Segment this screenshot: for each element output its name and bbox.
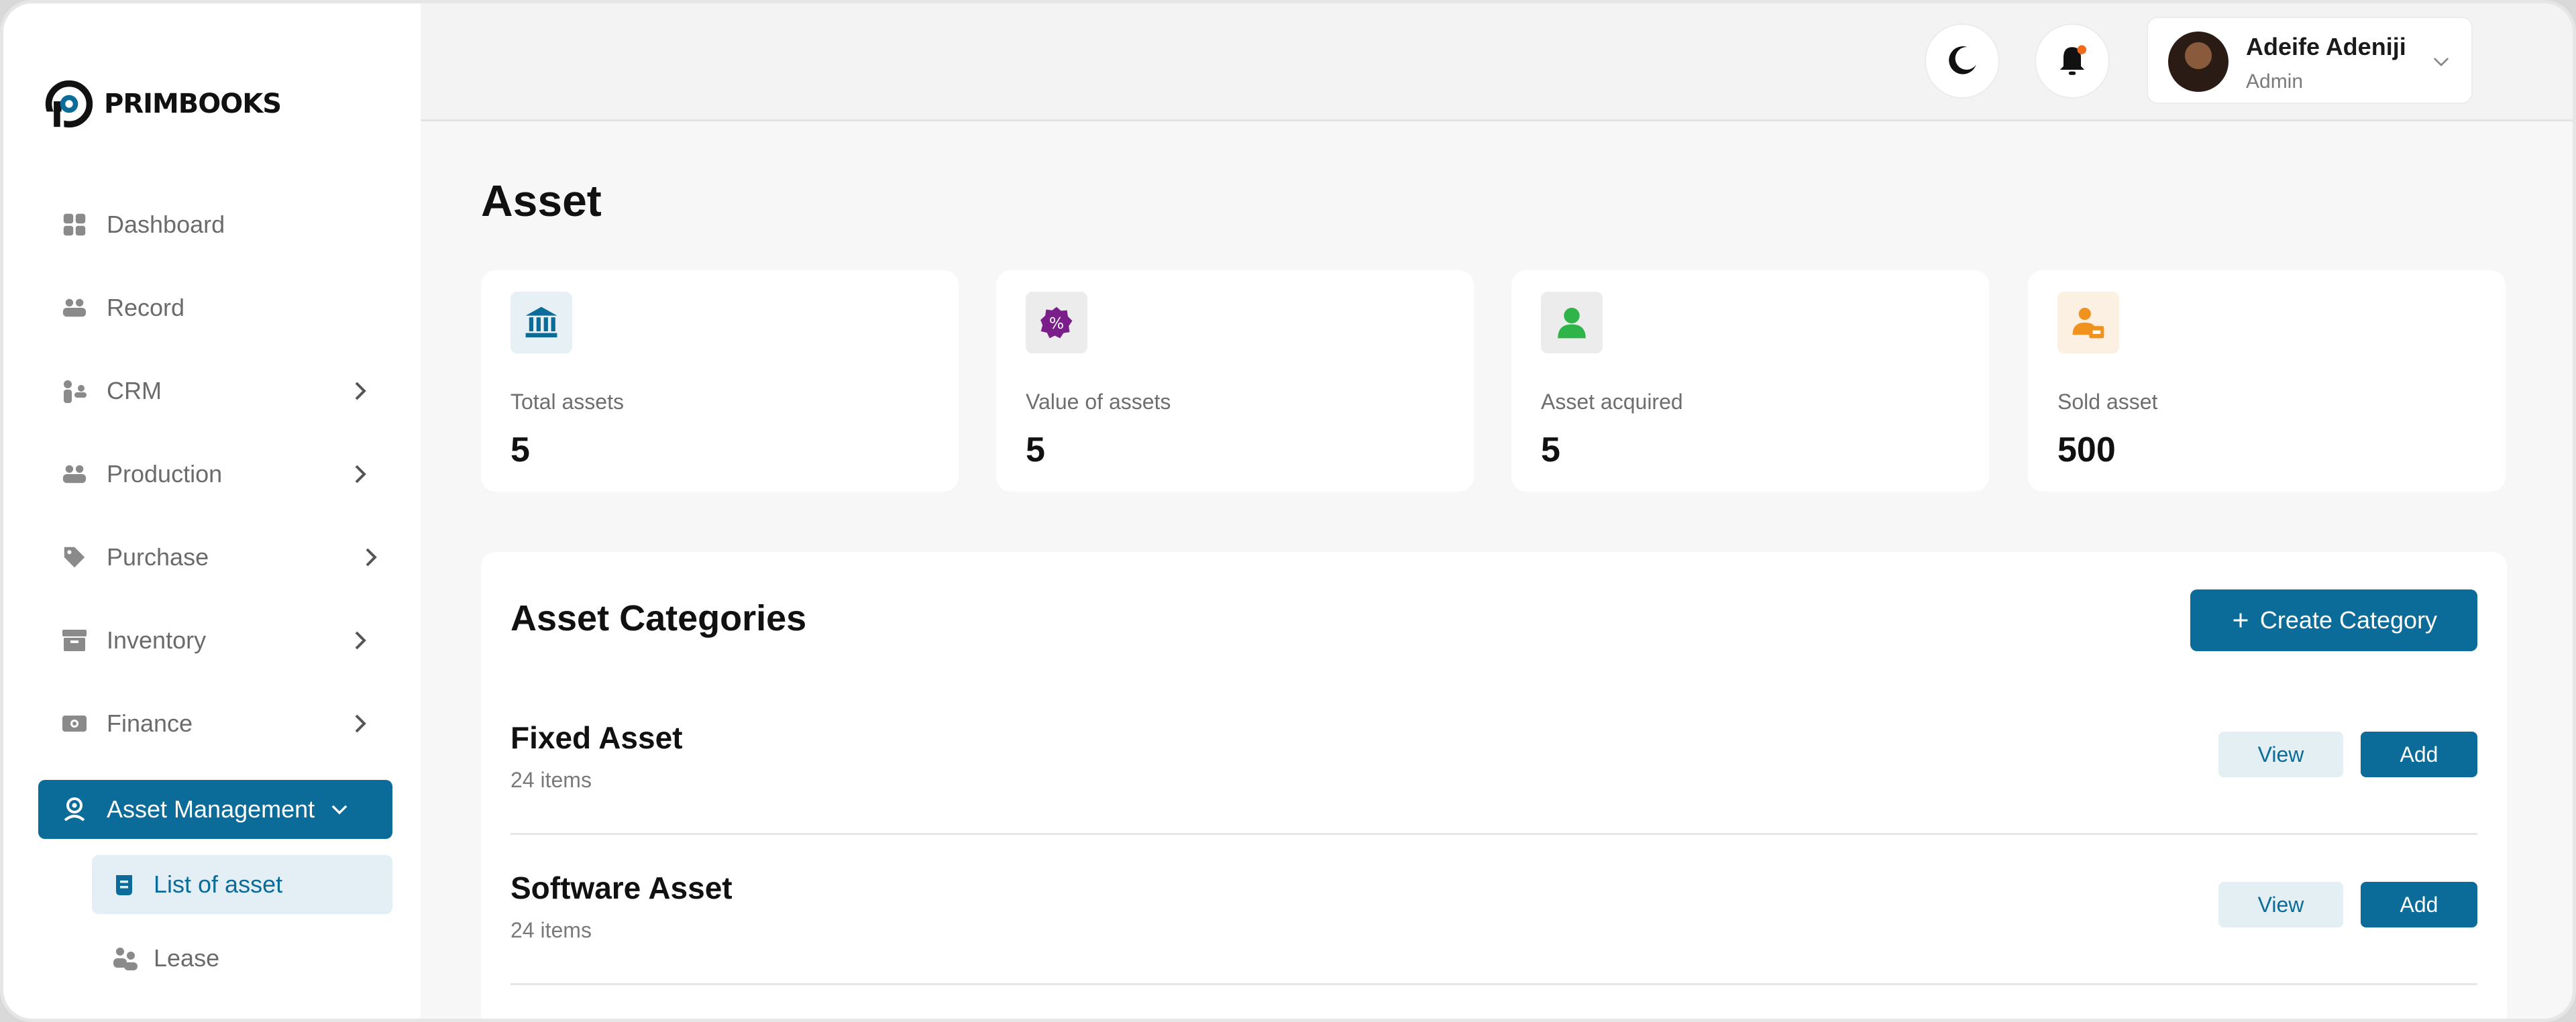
percent-badge-icon: %	[1026, 292, 1087, 353]
chevron-right-icon	[355, 631, 366, 650]
chevron-down-icon	[331, 805, 347, 815]
sidebar-item-label: Inventory	[107, 626, 207, 654]
sidebar-item-label: Asset Management	[107, 795, 315, 823]
chevron-right-icon	[366, 548, 377, 567]
people-icon	[58, 292, 91, 324]
user-name: Adeife Adeniji	[2246, 33, 2406, 60]
page-title: Asset	[481, 176, 602, 225]
sidebar-item-label: Dashboard	[107, 211, 225, 238]
stat-value: 5	[511, 431, 530, 469]
sidebar-item-finance[interactable]: Finance	[38, 694, 392, 753]
add-button[interactable]: Add	[2361, 882, 2477, 927]
sidebar-item-production[interactable]: Production	[38, 445, 392, 504]
sidebar-item-label: CRM	[107, 377, 162, 404]
sidebar-item-crm[interactable]: CRM	[38, 361, 392, 420]
people-icon	[58, 458, 91, 490]
stat-label: Sold asset	[2057, 390, 2158, 414]
asset-icon	[58, 793, 91, 826]
category-row: Software Asset 24 items View Add	[511, 835, 2477, 985]
primbooks-logo-icon	[45, 80, 93, 129]
stat-label: Asset acquired	[1541, 390, 1683, 414]
chevron-right-icon	[355, 465, 366, 484]
archive-icon	[58, 624, 91, 657]
category-row: Fixed Asset 24 items View Add	[511, 685, 2477, 835]
asset-categories-panel: Asset Categories Create Category Fixed A…	[481, 552, 2507, 1019]
user-role: Admin	[2246, 70, 2304, 93]
notifications-button[interactable]	[2035, 23, 2110, 99]
logo-text: PRIMBOOKS	[104, 89, 282, 119]
chevron-right-icon	[355, 382, 366, 400]
sidebar-item-label: Record	[107, 294, 185, 321]
category-count: 24 items	[511, 768, 592, 792]
sidebar-item-label: Finance	[107, 709, 193, 737]
stat-value: 500	[2057, 431, 2116, 469]
sidebar-item-record[interactable]: Record	[38, 278, 392, 337]
top-header: Adeife Adeniji Admin	[421, 3, 2573, 121]
create-category-button[interactable]: Create Category	[2190, 589, 2477, 651]
list-icon	[109, 868, 142, 901]
stat-card-value-of-assets: % Value of assets 5	[996, 270, 1474, 492]
sidebar-item-inventory[interactable]: Inventory	[38, 611, 392, 670]
sidebar-item-label: Purchase	[107, 543, 209, 571]
moon-icon	[1949, 46, 1976, 74]
section-title: Asset Categories	[511, 598, 807, 638]
stat-card-asset-acquired: Asset acquired 5	[1511, 270, 1989, 492]
avatar	[2168, 32, 2229, 92]
bell-icon	[2059, 45, 2087, 75]
stat-label: Value of assets	[1026, 390, 1171, 414]
chevron-down-icon	[2433, 57, 2449, 67]
sidebar-item-dashboard[interactable]: Dashboard	[38, 195, 392, 254]
user-menu[interactable]: Adeife Adeniji Admin	[2147, 17, 2473, 104]
app-window: PRIMBOOKS Dashboard Record CRM Productio…	[0, 0, 2576, 1022]
money-icon	[58, 707, 91, 740]
user-sale-icon	[2057, 292, 2119, 353]
sidebar-item-purchase[interactable]: Purchase	[38, 528, 392, 587]
stat-label: Total assets	[511, 390, 624, 414]
sidebar: PRIMBOOKS Dashboard Record CRM Productio…	[3, 3, 421, 1019]
category-name: Fixed Asset	[511, 720, 683, 755]
stat-card-sold-asset: Sold asset 500	[2028, 270, 2506, 492]
dark-mode-toggle[interactable]	[1925, 23, 2000, 99]
users-icon	[58, 375, 91, 407]
grid-icon	[58, 209, 91, 241]
sidebar-subitem-list-of-asset[interactable]: List of asset	[92, 855, 392, 914]
chevron-right-icon	[355, 714, 366, 733]
sidebar-subitem-lease[interactable]: Lease	[92, 929, 392, 988]
view-button[interactable]: View	[2218, 732, 2343, 777]
stat-value: 5	[1026, 431, 1045, 469]
plus-icon	[2233, 613, 2248, 628]
add-button[interactable]: Add	[2361, 732, 2477, 777]
category-name: Software Asset	[511, 870, 733, 905]
stat-card-total-assets: Total assets 5	[481, 270, 959, 492]
tag-icon	[58, 541, 91, 573]
stat-value: 5	[1541, 431, 1560, 469]
logo[interactable]: PRIMBOOKS	[44, 78, 282, 129]
user-icon	[1541, 292, 1603, 353]
sidebar-item-asset-management[interactable]: Asset Management	[38, 780, 392, 839]
sidebar-subitem-label: List of asset	[154, 870, 283, 898]
sidebar-subitem-label: Lease	[154, 944, 220, 972]
create-category-label: Create Category	[2259, 606, 2438, 634]
lease-icon	[109, 942, 142, 974]
svg-text:%: %	[1049, 314, 1064, 333]
bank-icon	[511, 292, 572, 353]
view-button[interactable]: View	[2218, 882, 2343, 927]
sidebar-item-label: Production	[107, 460, 223, 488]
category-count: 24 items	[511, 918, 592, 942]
